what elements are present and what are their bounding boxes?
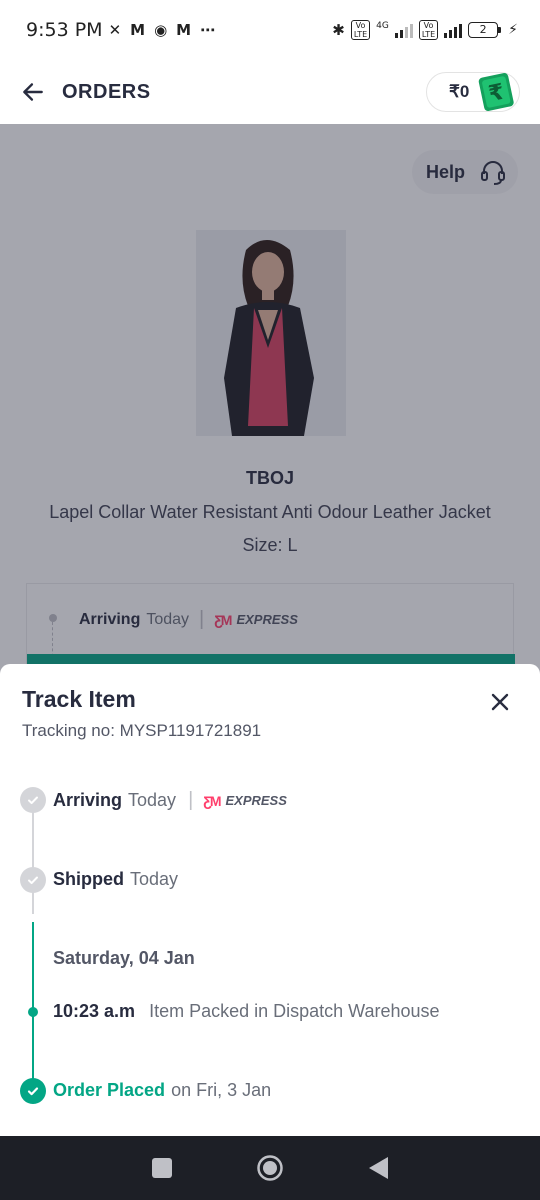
timeline-rail-done — [32, 922, 34, 1090]
recents-icon[interactable] — [151, 1157, 173, 1179]
page-title: ORDERS — [62, 80, 151, 103]
timeline-rail-pending — [32, 812, 34, 914]
step-arriving: Arriving Today | ƸM EXPRESS — [53, 789, 287, 811]
wallet-button[interactable]: ₹0 ₹ — [426, 72, 520, 112]
step-order-placed-check-icon — [20, 1078, 46, 1104]
back-arrow-icon[interactable] — [20, 79, 46, 105]
volte-icon: Vo LTE — [418, 20, 439, 40]
charging-icon: ⚡ — [508, 22, 518, 38]
myntra-icon: M — [130, 21, 146, 39]
tracking-number[interactable]: Tracking no: MYSP1191721891 — [22, 721, 261, 741]
system-nav-bar — [0, 1136, 540, 1200]
step-shipped-check-icon — [20, 867, 46, 893]
tracking-value: MYSP1191721891 — [119, 721, 262, 740]
timeline-event: 10:23 a.m Item Packed in Dispatch Wareho… — [53, 1001, 440, 1021]
more-icon: ⋯ — [200, 21, 216, 39]
rupee-note-icon: ₹ — [478, 72, 514, 111]
no-call-icon: ✕ — [108, 21, 122, 39]
signal-icon — [444, 22, 463, 38]
bluetooth-icon: ✱ — [332, 21, 345, 39]
status-bar: 9:53 PM ✕ M ◉ M ⋯ ✱ Vo LTE 4G Vo LTE 2 ⚡ — [0, 0, 540, 60]
step-order-placed: Order Placed on Fri, 3 Jan — [53, 1080, 272, 1100]
home-icon[interactable] — [256, 1154, 284, 1182]
tracking-label: Tracking no: — [22, 721, 115, 740]
app-header: ORDERS ₹0 ₹ — [0, 60, 540, 124]
wallet-amount: ₹0 — [449, 82, 470, 101]
status-time: 9:53 PM — [26, 19, 103, 41]
step-arriving-check-icon — [20, 787, 46, 813]
sheet-title: Track Item — [22, 686, 136, 712]
messenger-icon: ◉ — [154, 21, 168, 39]
event-dot — [28, 1007, 38, 1017]
back-icon[interactable] — [367, 1156, 389, 1180]
battery-icon: 2 — [468, 22, 502, 38]
volte-icon: Vo LTE — [350, 20, 371, 40]
timeline-date: Saturday, 04 Jan — [53, 948, 195, 968]
notification-icons: ✕ M ◉ M ⋯ — [109, 21, 216, 39]
network-type: 4G — [376, 21, 389, 31]
step-shipped: Shipped Today — [53, 869, 179, 889]
close-icon[interactable] — [490, 692, 510, 712]
system-icons: ✱ Vo LTE 4G Vo LTE 2 ⚡ — [332, 20, 518, 40]
signal-icon — [394, 22, 413, 38]
express-logo: ƸM EXPRESS — [203, 792, 287, 809]
track-item-sheet: Track Item Tracking no: MYSP1191721891 A… — [0, 664, 540, 1136]
myntra-icon: M — [176, 21, 192, 39]
